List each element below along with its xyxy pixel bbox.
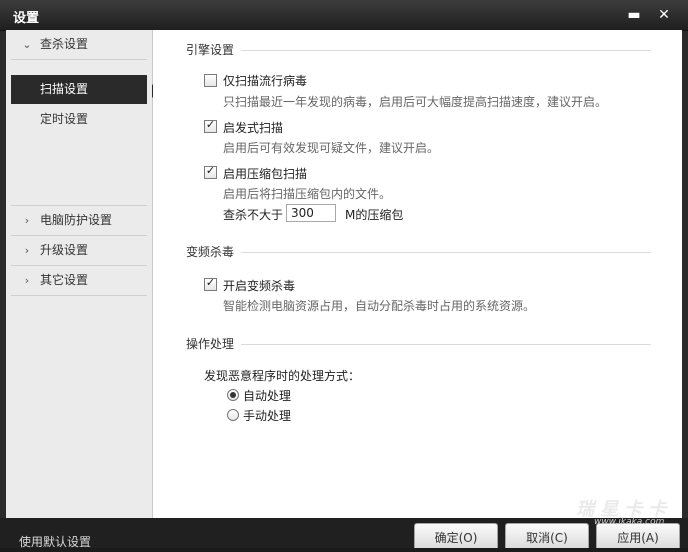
sidebar-item-label: 查杀设置 — [40, 37, 89, 51]
window-title: 设置 — [13, 11, 40, 26]
settings-window: 设置 ▬ ✕ ⌄ 查杀设置 扫描设置 定时设置 › 电脑防护设置 › 升级设置 … — [0, 0, 688, 550]
section-header-action: 操作处理 — [186, 337, 235, 351]
minimize-icon[interactable]: ▬ — [625, 6, 643, 24]
title-bar[interactable]: 设置 ▬ ✕ — [0, 0, 688, 31]
sidebar-item-label: 升级设置 — [40, 243, 89, 257]
divider — [241, 50, 651, 51]
cancel-button[interactable]: 取消(C) — [505, 523, 589, 548]
chevron-right-icon: › — [24, 244, 30, 257]
sidebar-item-label: 扫描设置 — [40, 82, 89, 96]
auto-handle-radio[interactable] — [227, 389, 239, 401]
archive-scan-label: 启用压缩包扫描 — [223, 167, 308, 181]
popular-virus-checkbox[interactable] — [204, 74, 217, 87]
checkmark-icon: ✓ — [205, 276, 216, 289]
archive-size-prefix: 查杀不大于 — [223, 208, 284, 222]
archive-scan-desc: 启用后将扫描压缩包内的文件。 — [223, 187, 392, 201]
client-area: ⌄ 查杀设置 扫描设置 定时设置 › 电脑防护设置 › 升级设置 › 其它设置 … — [6, 30, 682, 518]
sidebar-item-other-settings[interactable]: › 其它设置 — [11, 266, 147, 295]
popular-virus-label: 仅扫描流行病毒 — [223, 74, 308, 88]
archive-size-suffix: M的压缩包 — [345, 208, 404, 222]
sidebar-item-schedule-settings[interactable]: 定时设置 — [11, 105, 147, 134]
watermark-url: www.ikaka.com — [594, 517, 665, 527]
ok-button[interactable]: 确定(O) — [414, 523, 498, 548]
action-prompt: 发现恶意程序时的处理方式： — [204, 369, 361, 383]
auto-handle-label: 自动处理 — [243, 389, 292, 403]
freq-scan-label: 开启变频杀毒 — [223, 279, 296, 293]
close-icon[interactable]: ✕ — [655, 6, 673, 24]
sidebar-item-update-settings[interactable]: › 升级设置 — [11, 236, 147, 265]
sidebar-item-scan-settings[interactable]: 扫描设置 — [11, 75, 147, 104]
section-header-freq: 变频杀毒 — [186, 245, 235, 259]
sidebar-item-label: 电脑防护设置 — [40, 213, 113, 227]
archive-size-input[interactable] — [286, 204, 336, 222]
manual-handle-label: 手动处理 — [243, 409, 292, 423]
heuristic-scan-label: 启发式扫描 — [223, 121, 284, 135]
sidebar-item-scan-kill-settings[interactable]: ⌄ 查杀设置 — [11, 30, 147, 59]
divider — [241, 252, 651, 253]
heuristic-scan-desc: 启用后可有效发现可疑文件，建议开启。 — [223, 141, 440, 155]
chevron-right-icon: › — [24, 214, 30, 227]
chevron-down-icon: ⌄ — [22, 38, 32, 51]
heuristic-scan-checkbox[interactable]: ✓ — [204, 118, 217, 133]
watermark-logo: 瑞星卡卡 www.ikaka.com — [556, 495, 688, 527]
popular-virus-desc: 只扫描最近一年发现的病毒，启用后可大幅度提高扫描速度，建议开启。 — [223, 95, 608, 109]
settings-panel: 引擎设置 仅扫描流行病毒 只扫描最近一年发现的病毒，启用后可大幅度提高扫描速度，… — [153, 30, 682, 518]
freq-scan-checkbox[interactable]: ✓ — [204, 276, 217, 291]
archive-scan-checkbox[interactable]: ✓ — [204, 164, 217, 179]
divider — [241, 344, 651, 345]
checkmark-icon: ✓ — [205, 164, 216, 177]
divider — [11, 59, 147, 60]
sidebar-item-pc-protection[interactable]: › 电脑防护设置 — [11, 206, 147, 235]
radio-dot-icon — [230, 392, 236, 398]
sidebar: ⌄ 查杀设置 扫描设置 定时设置 › 电脑防护设置 › 升级设置 › 其它设置 — [6, 30, 153, 518]
use-default-settings-link[interactable]: 使用默认设置 — [19, 533, 91, 550]
manual-handle-radio[interactable] — [227, 409, 239, 421]
chevron-right-icon: › — [24, 274, 30, 287]
freq-scan-desc: 智能检测电脑资源占用，自动分配杀毒时占用的系统资源。 — [223, 299, 536, 313]
sidebar-item-label: 其它设置 — [40, 273, 89, 287]
sidebar-item-label: 定时设置 — [40, 112, 89, 126]
divider — [11, 295, 147, 296]
checkmark-icon: ✓ — [205, 118, 216, 131]
section-header-engine: 引擎设置 — [186, 43, 235, 57]
